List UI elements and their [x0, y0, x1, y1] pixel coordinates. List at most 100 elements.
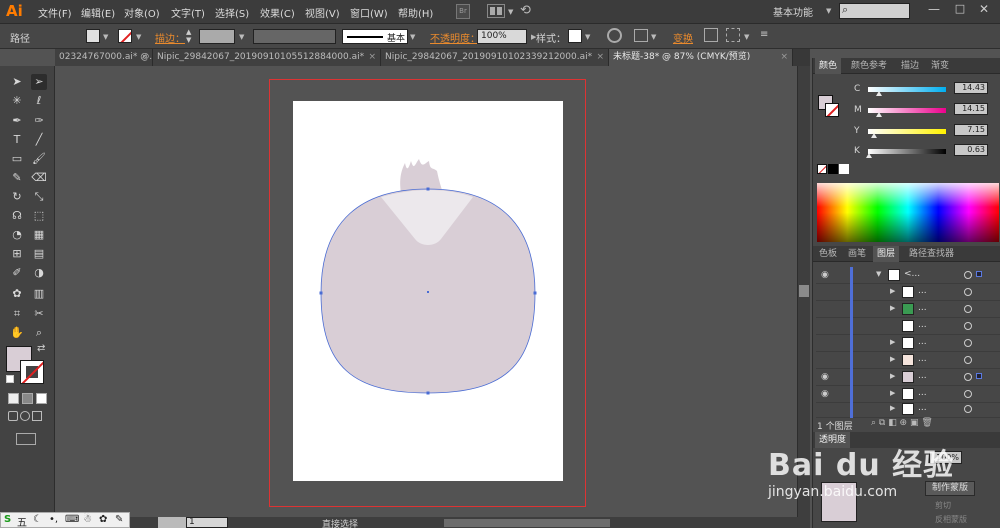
- yellow-slider[interactable]: [868, 129, 946, 134]
- workspace-switcher[interactable]: 基本功能: [773, 4, 813, 19]
- slider-knob-c[interactable]: [876, 91, 882, 96]
- tab-brushes[interactable]: 画笔: [844, 246, 870, 262]
- menu-view[interactable]: 视图(V): [305, 5, 340, 20]
- layer-row[interactable]: ▶ ...: [816, 335, 1000, 352]
- tab-swatches[interactable]: 色板: [815, 246, 841, 262]
- gradient-icon[interactable]: ▤: [31, 246, 47, 262]
- variable-width-profile[interactable]: [253, 29, 336, 44]
- target-icon[interactable]: [964, 288, 972, 296]
- vertical-scroll-thumb[interactable]: [799, 285, 809, 297]
- slider-knob-k[interactable]: [866, 153, 872, 158]
- tab-color[interactable]: 颜色: [815, 58, 842, 74]
- eraser-icon[interactable]: ⌫: [31, 170, 47, 186]
- screen-mode-icon[interactable]: [16, 433, 36, 445]
- chevron-down-icon[interactable]: ▼: [585, 33, 590, 41]
- artboard-number-field[interactable]: 1: [186, 517, 228, 528]
- visibility-eye-icon[interactable]: ◉: [821, 389, 829, 399]
- blend-icon[interactable]: ◑: [31, 265, 47, 281]
- expand-triangle-icon[interactable]: ▶: [890, 355, 895, 363]
- layer-name[interactable]: ...: [918, 403, 927, 413]
- maximize-button[interactable]: □: [951, 2, 969, 20]
- black-value[interactable]: 0.63: [954, 144, 988, 156]
- chevron-down-icon[interactable]: ▼: [508, 8, 513, 16]
- menu-effect[interactable]: 效果(C): [260, 5, 295, 20]
- symbol-sprayer-icon[interactable]: ✿: [9, 286, 25, 302]
- chevron-down-icon[interactable]: ▼: [651, 33, 656, 41]
- slice-icon[interactable]: ✂: [31, 306, 47, 322]
- chevron-down-icon[interactable]: ▼: [136, 33, 141, 41]
- layer-row[interactable]: ◉ ▼ <...: [816, 267, 1000, 284]
- line-icon[interactable]: ╱: [31, 132, 47, 148]
- layer-name[interactable]: ...: [918, 354, 927, 364]
- target-icon[interactable]: [964, 390, 972, 398]
- anchor-point-top[interactable]: [426, 187, 430, 191]
- wrench-icon[interactable]: ✎: [115, 514, 123, 525]
- tab-document-1[interactable]: 02324767000.ai* @... ×: [55, 49, 153, 66]
- black-slider[interactable]: [868, 149, 946, 154]
- rectangle-icon[interactable]: ▭: [9, 151, 25, 167]
- selection-indicator[interactable]: [976, 373, 982, 379]
- layer-name[interactable]: ...: [918, 303, 927, 313]
- warp-icon[interactable]: ☊: [9, 208, 25, 224]
- search-input[interactable]: ⌕: [839, 3, 910, 19]
- zoom-icon[interactable]: ⌕: [31, 325, 47, 341]
- layer-row[interactable]: ▶ ...: [816, 401, 1000, 418]
- layer-row[interactable]: ◉ ▶ ...: [816, 369, 1000, 386]
- gradient-mode-icon[interactable]: [22, 393, 33, 404]
- default-colors-icon[interactable]: [6, 375, 14, 383]
- layer-row[interactable]: ▶ ...: [816, 284, 1000, 301]
- anchor-point-bottom[interactable]: [426, 391, 430, 395]
- close-button[interactable]: ✕: [975, 2, 993, 20]
- white-swatch[interactable]: [839, 164, 849, 174]
- pencil-icon[interactable]: ✎: [9, 170, 25, 186]
- stroke-weight-input[interactable]: [199, 29, 235, 44]
- rotate-icon[interactable]: ↻: [9, 189, 25, 205]
- mesh-icon[interactable]: ⊞: [9, 246, 25, 262]
- magic-wand-icon[interactable]: ✳: [9, 93, 25, 109]
- menu-object[interactable]: 对象(O): [124, 5, 160, 20]
- align-icon[interactable]: [704, 28, 718, 42]
- tab-stroke[interactable]: 描边: [897, 58, 923, 74]
- column-graph-icon[interactable]: ▥: [31, 286, 47, 302]
- paintbrush-icon[interactable]: 🖌: [31, 151, 47, 167]
- chevron-down-icon[interactable]: ▼: [239, 33, 244, 41]
- stroke-swatch[interactable]: [118, 29, 132, 43]
- sync-icon[interactable]: ⟲: [520, 3, 531, 18]
- layer-row[interactable]: ...: [816, 318, 1000, 335]
- chevron-down-icon[interactable]: ▼: [103, 33, 108, 41]
- fill-swatch[interactable]: [86, 29, 100, 43]
- direct-selection-icon[interactable]: ➢: [31, 74, 47, 90]
- ime-mode[interactable]: 五: [17, 514, 27, 528]
- clip-checkbox[interactable]: 剪切: [935, 500, 951, 511]
- stroke-label[interactable]: 描边：: [155, 30, 185, 45]
- skin-icon[interactable]: ☃: [83, 514, 92, 525]
- expand-triangle-icon[interactable]: ▶: [890, 304, 895, 312]
- layers-footer-icons[interactable]: ⌕ ⧉ ◧ ⊕ ▣ 🗑: [871, 418, 933, 428]
- minimize-button[interactable]: —: [925, 2, 943, 20]
- close-icon[interactable]: ×: [780, 49, 788, 66]
- hand-icon[interactable]: ✋: [9, 325, 25, 341]
- chevron-down-icon[interactable]: ▼: [826, 7, 831, 15]
- tab-document-active[interactable]: 未标题-38* @ 87% (CMYK/预览) ×: [609, 49, 793, 66]
- selection-indicator[interactable]: [976, 271, 982, 277]
- target-icon[interactable]: [964, 405, 972, 413]
- visibility-eye-icon[interactable]: ◉: [821, 270, 829, 280]
- punctuation-icon[interactable]: •,: [49, 514, 58, 525]
- panel-menu-icon[interactable]: ≡: [760, 29, 768, 40]
- keyboard-icon[interactable]: ⌨: [65, 514, 79, 525]
- artboard-icon[interactable]: ⌗: [9, 306, 25, 322]
- tab-color-guide[interactable]: 颜色参考: [847, 58, 891, 74]
- chevron-down-icon[interactable]: ▼: [744, 33, 749, 41]
- recolor-artwork-icon[interactable]: [607, 28, 622, 43]
- align-to-icon[interactable]: [726, 28, 740, 42]
- layer-name[interactable]: ...: [918, 337, 927, 347]
- yellow-value[interactable]: 7.15: [954, 124, 988, 136]
- expand-triangle-icon[interactable]: ▶: [890, 404, 895, 412]
- swap-fill-stroke-icon[interactable]: ⇄: [37, 343, 45, 354]
- magenta-value[interactable]: 14.15: [954, 103, 988, 115]
- opacity-input[interactable]: 100%: [477, 29, 527, 44]
- target-icon[interactable]: [964, 305, 972, 313]
- lasso-icon[interactable]: ℓ: [31, 93, 47, 109]
- expand-triangle-icon[interactable]: ▶: [890, 372, 895, 380]
- tab-document-3[interactable]: Nipic_29842067_20190910102339212000.ai* ×: [381, 49, 609, 66]
